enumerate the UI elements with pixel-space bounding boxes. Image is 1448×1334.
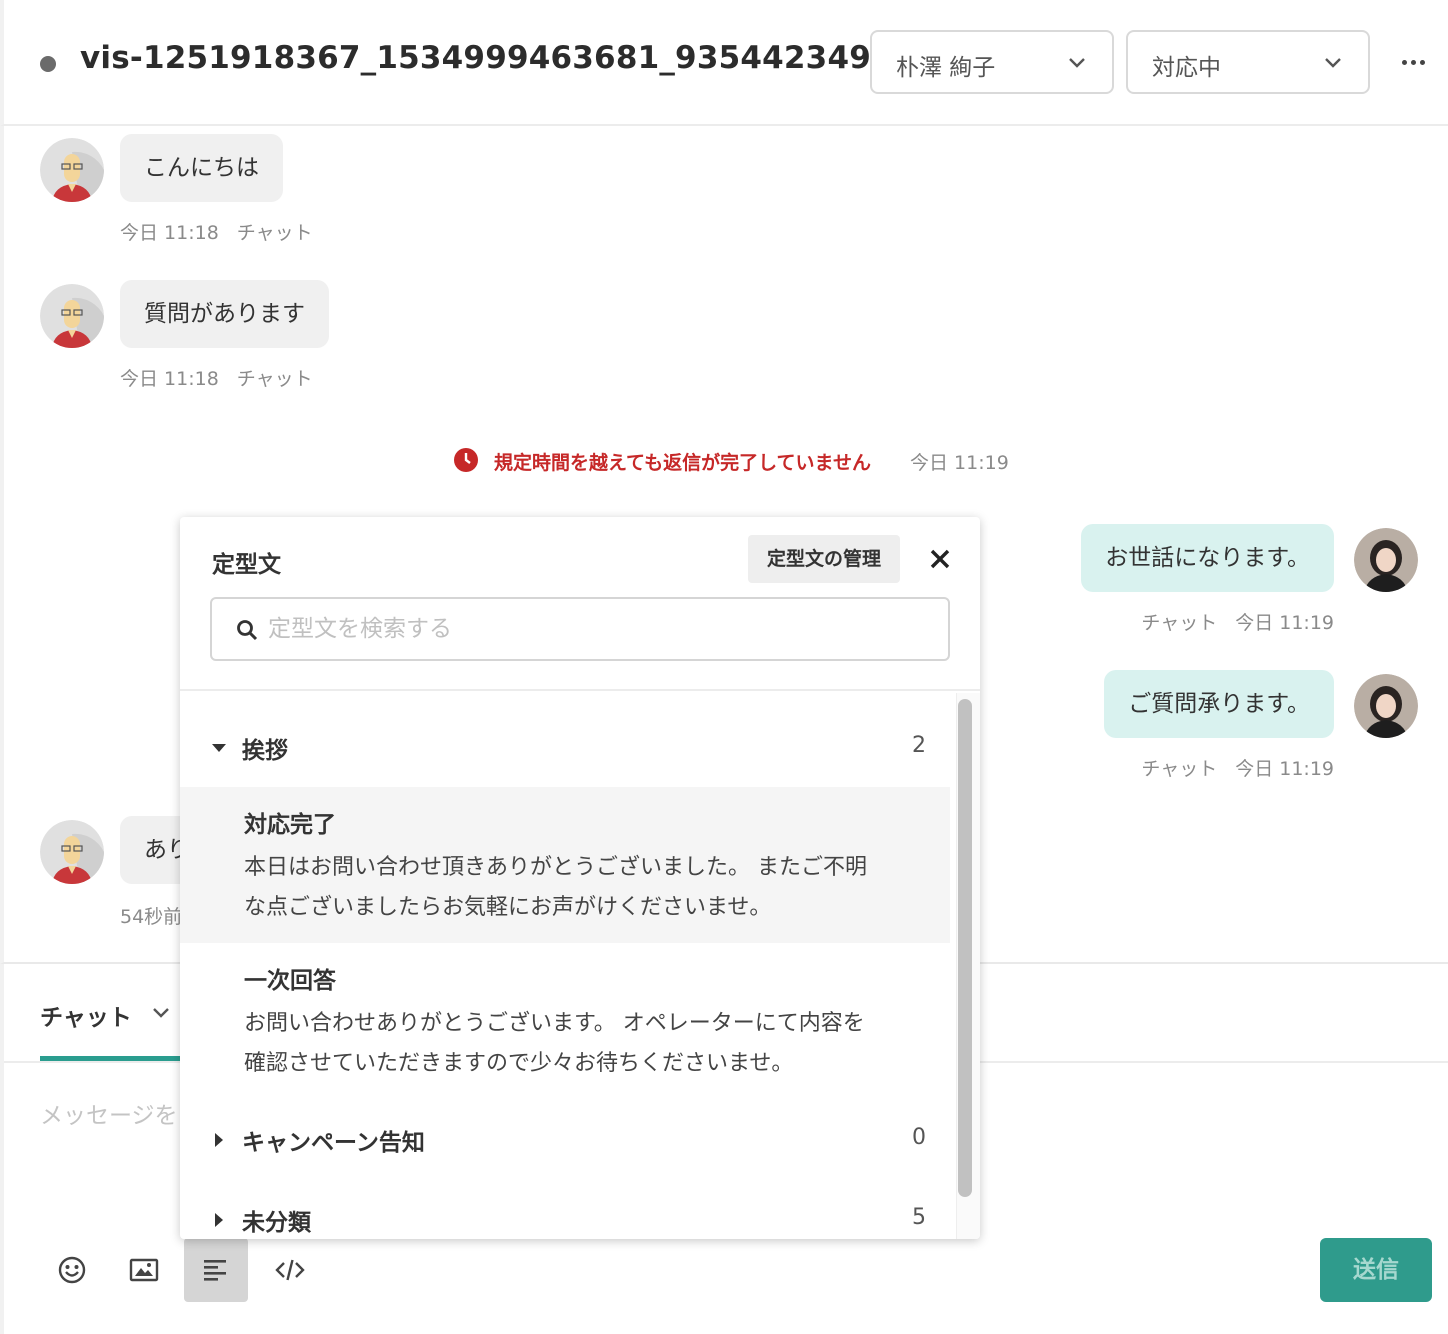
caret-right-icon xyxy=(215,1213,223,1227)
close-icon[interactable] xyxy=(926,545,954,573)
visitor-avatar xyxy=(40,138,104,202)
visitor-avatar xyxy=(40,820,104,884)
message-time: 今日 11:19 xyxy=(1235,758,1334,780)
message-bubble: こんにちは xyxy=(120,134,283,202)
template-title: 対応完了 xyxy=(244,812,336,838)
conversation-title: vis-1251918367_1534999463681_935442349 xyxy=(80,40,871,76)
chevron-down-icon xyxy=(1325,58,1341,68)
assignee-select[interactable]: 朴澤 絢子 xyxy=(870,30,1114,94)
image-button[interactable] xyxy=(112,1238,176,1302)
scrollbar-thumb[interactable] xyxy=(958,699,972,1197)
image-icon xyxy=(129,1258,159,1282)
template-item[interactable]: 一次回答 お問い合わせありがとうございます。 オペレーターにて内容を 確認させて… xyxy=(180,943,950,1099)
alert-text: 規定時間を越えても返信が完了していません xyxy=(494,452,871,474)
template-body: お問い合わせありがとうございます。 オペレーターにて内容を xyxy=(244,1011,865,1036)
assignee-value: 朴澤 絢子 xyxy=(896,55,996,81)
template-body: な点ございましたらお気軽にお声がけくださいませ。 xyxy=(244,895,772,920)
channel-selector[interactable]: チャット xyxy=(40,998,169,1032)
category-campaign[interactable]: キャンペーン告知 0 xyxy=(180,1115,950,1165)
popup-title: 定型文 xyxy=(212,552,281,578)
status-value: 対応中 xyxy=(1152,55,1221,81)
template-title: 一次回答 xyxy=(244,968,336,994)
operator-avatar xyxy=(1354,674,1418,738)
search-icon xyxy=(237,620,258,641)
template-popup: 定型文 定型文の管理 挨拶 2 対応完了 本日はお問い合わせ頂きありがとうござい… xyxy=(180,517,980,1239)
status-dot xyxy=(40,56,56,72)
message-bubble: 質問があります xyxy=(120,280,329,348)
message-channel: チャット xyxy=(236,222,313,244)
message-channel: チャット xyxy=(1141,612,1218,634)
template-body: 本日はお問い合わせ頂きありがとうございました。 またご不明 xyxy=(244,855,867,880)
conversation-header: vis-1251918367_1534999463681_935442349 朴… xyxy=(0,0,1448,126)
message-meta: チャット 今日 11:19 xyxy=(1141,608,1334,635)
code-button[interactable] xyxy=(258,1238,322,1302)
operator-avatar xyxy=(1354,528,1418,592)
alert-time: 今日 11:19 xyxy=(910,452,1009,474)
category-name: 挨拶 xyxy=(242,738,288,764)
template-item[interactable]: 対応完了 本日はお問い合わせ頂きありがとうございました。 またご不明 な点ござい… xyxy=(180,787,950,943)
emoji-button[interactable] xyxy=(40,1238,104,1302)
manage-templates-button[interactable]: 定型文の管理 xyxy=(748,535,900,583)
template-icon xyxy=(204,1260,226,1281)
message-time: 今日 11:18 xyxy=(120,222,219,244)
caret-down-icon xyxy=(212,744,226,752)
category-count: 0 xyxy=(912,1125,926,1150)
message-meta: チャット 今日 11:19 xyxy=(1141,754,1334,781)
message-channel: チャット xyxy=(236,368,313,390)
template-search-input[interactable] xyxy=(268,611,928,647)
message-bubble: ご質問承ります。 xyxy=(1104,670,1334,738)
message-meta: 今日 11:18 チャット xyxy=(120,364,313,391)
category-name: キャンペーン告知 xyxy=(242,1130,425,1156)
template-button[interactable] xyxy=(184,1238,248,1302)
message-time: 54秒前 xyxy=(120,906,183,928)
caret-right-icon xyxy=(215,1133,223,1147)
code-icon xyxy=(275,1259,305,1281)
category-uncategorized[interactable]: 未分類 5 xyxy=(180,1195,950,1239)
message-time: 今日 11:18 xyxy=(120,368,219,390)
clock-alert-icon xyxy=(454,448,478,472)
message-channel: チャット xyxy=(1141,758,1218,780)
more-options-icon[interactable] xyxy=(1400,48,1432,76)
message-time: 今日 11:19 xyxy=(1235,612,1334,634)
category-count: 2 xyxy=(912,733,926,758)
channel-label: チャット xyxy=(40,1005,132,1031)
status-select[interactable]: 対応中 xyxy=(1126,30,1370,94)
chevron-down-icon xyxy=(1069,58,1085,68)
category-count: 5 xyxy=(912,1205,926,1230)
visitor-avatar xyxy=(40,284,104,348)
message-input[interactable]: メッセージを xyxy=(40,1096,178,1130)
message-meta: 今日 11:18 チャット xyxy=(120,218,313,245)
send-button[interactable]: 送信 xyxy=(1320,1238,1432,1302)
message-bubble: お世話になります。 xyxy=(1081,524,1334,592)
template-search[interactable] xyxy=(210,597,950,661)
category-name: 未分類 xyxy=(242,1210,311,1236)
emoji-icon xyxy=(58,1256,86,1284)
template-list: 挨拶 2 対応完了 本日はお問い合わせ頂きありがとうございました。 またご不明 … xyxy=(180,691,950,1239)
category-greetings[interactable]: 挨拶 2 xyxy=(180,723,950,773)
chevron-down-icon xyxy=(153,1008,169,1018)
template-body: 確認させていただきますので少々お待ちくださいませ。 xyxy=(244,1051,794,1076)
